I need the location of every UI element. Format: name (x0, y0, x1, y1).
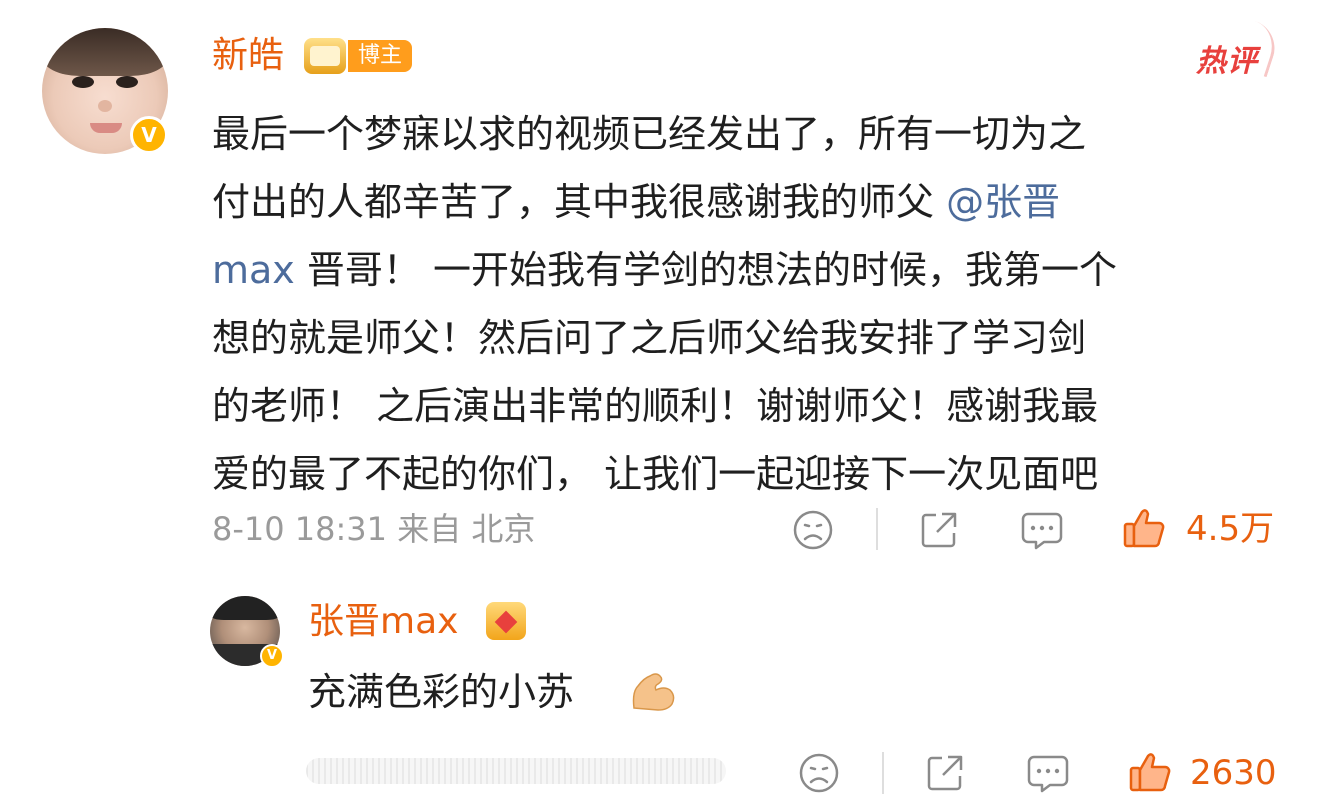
content-line: 想的就是师父！然后问了之后师父给我安排了学习剑 (212, 316, 1087, 360)
location: 来自 北京 (397, 510, 536, 548)
mention-link[interactable]: max (212, 248, 295, 292)
action-divider (882, 752, 884, 794)
flexed-biceps-icon (632, 673, 675, 711)
share-icon[interactable] (924, 752, 966, 794)
share-icon[interactable] (918, 509, 960, 551)
reply-username[interactable]: 张晋max (308, 600, 458, 644)
crown-badge-icon (304, 38, 346, 74)
reply-action-overlay (306, 758, 726, 784)
like-icon[interactable] (1128, 750, 1172, 794)
crown-badge-icon (486, 602, 526, 640)
timestamp: 8-10 18:31 (212, 510, 388, 548)
sad-face-icon[interactable] (798, 752, 840, 794)
hot-comment-label: 热评 (1196, 44, 1258, 79)
like-icon[interactable] (1122, 506, 1166, 550)
comment-content: 最后一个梦寐以求的视频已经发出了，所有一切为之 付出的人都辛苦了，其中我很感谢我… (212, 100, 1272, 508)
content-line: 的老师！ 之后演出非常的顺利！谢谢师父！感谢我最 (212, 384, 1099, 428)
sad-face-icon[interactable] (792, 509, 834, 551)
comment-username[interactable]: 新皓 (212, 34, 284, 78)
content-line: 最后一个梦寐以求的视频已经发出了，所有一切为之 (212, 112, 1087, 156)
content-line: 付出的人都辛苦了，其中我很感谢我的师父 @张晋 (212, 180, 1061, 224)
action-divider (876, 508, 878, 550)
blogger-badge: 博主 (348, 40, 413, 72)
reply-content: 充满色彩的小苏 (308, 670, 575, 714)
mention-link[interactable]: @张晋 (946, 180, 1060, 224)
comment-meta: 8-10 18:31 来自 北京 (212, 508, 535, 550)
like-count: 4.5万 (1186, 509, 1275, 549)
content-line: 爱的最了不起的你们， 让我们一起迎接下一次见面吧 (212, 452, 1099, 496)
like-count: 2630 (1190, 753, 1277, 793)
verified-badge-icon: V (260, 644, 284, 668)
comment-icon[interactable] (1020, 509, 1064, 551)
content-line: max 晋哥！ 一开始我有学剑的想法的时候，我第一个 (212, 248, 1117, 292)
comment-icon[interactable] (1026, 752, 1070, 794)
verified-badge-icon: V (130, 116, 168, 154)
